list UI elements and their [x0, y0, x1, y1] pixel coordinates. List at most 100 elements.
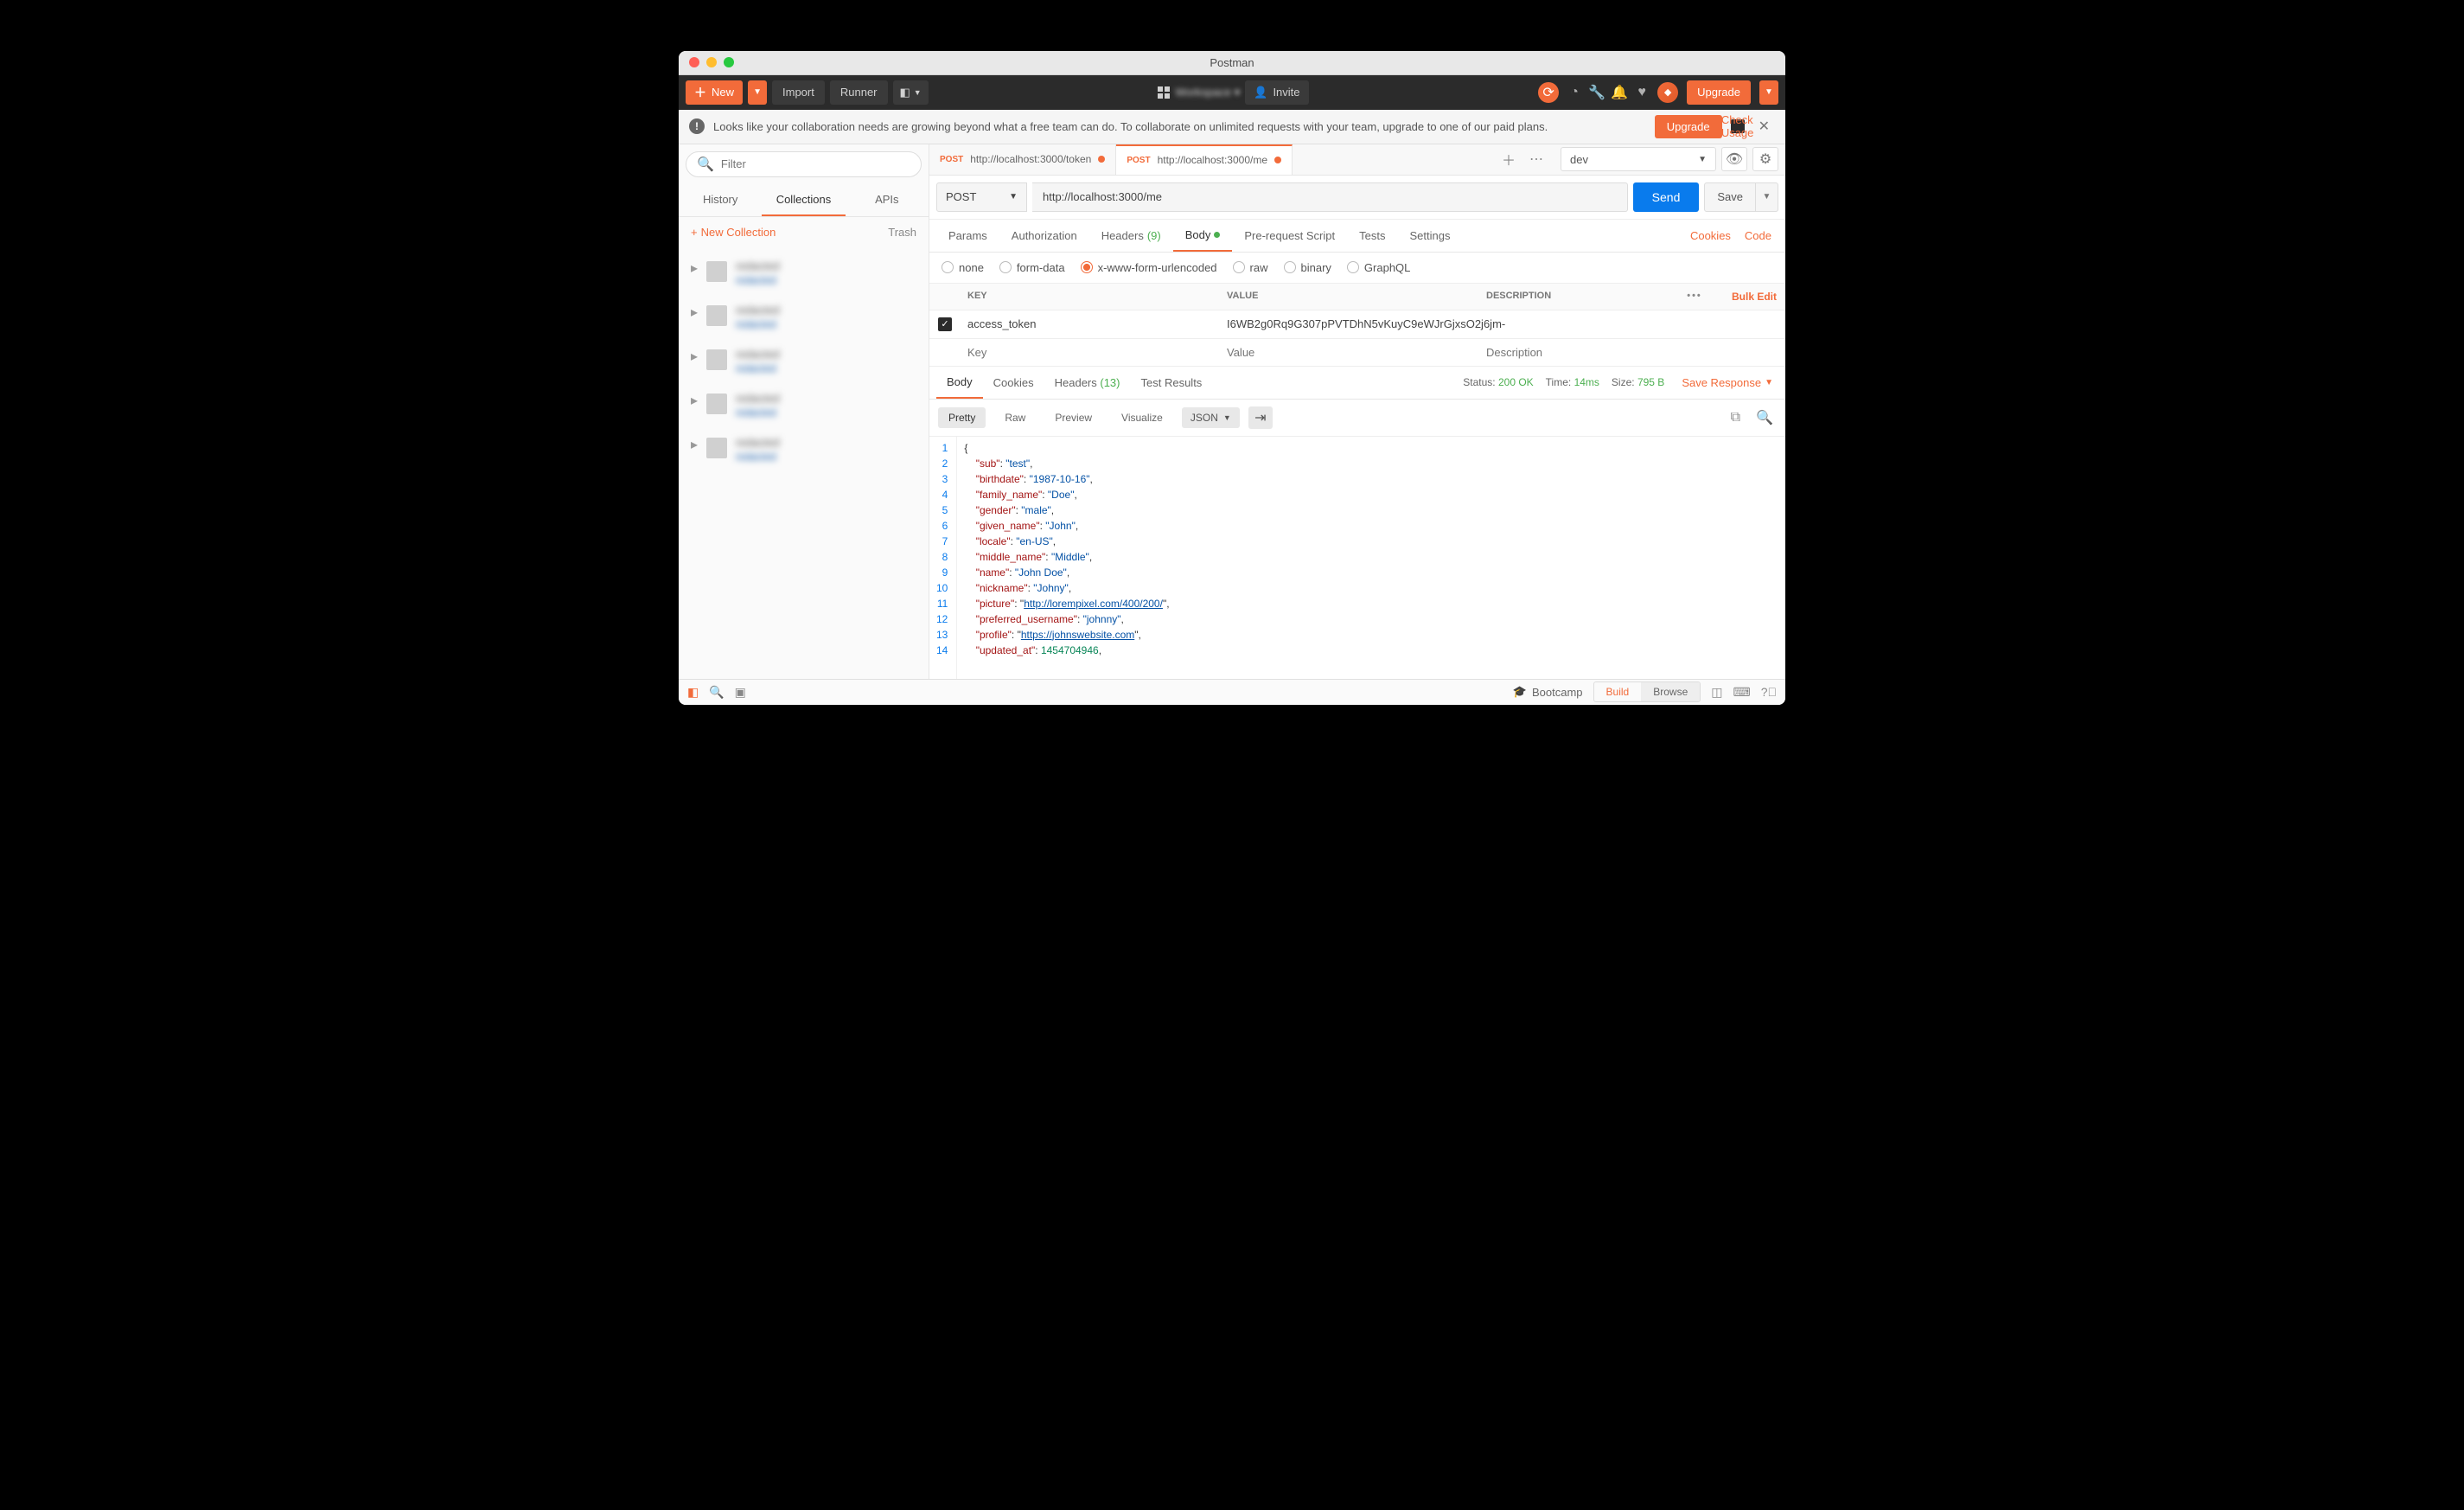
bulk-edit-link[interactable]: Bulk Edit — [1732, 291, 1777, 303]
tab-settings[interactable]: Settings — [1397, 221, 1462, 251]
panes-icon[interactable]: ◫ — [1711, 685, 1722, 700]
collection-item[interactable]: ▸ redactedredacted — [679, 251, 929, 295]
environment-quicklook-button[interactable]: 👁 — [1721, 147, 1747, 171]
body-type-form-data[interactable]: form-data — [999, 261, 1065, 274]
user-avatar[interactable]: ◆ — [1657, 82, 1678, 103]
search-response-icon[interactable]: 🔍 — [1752, 409, 1777, 426]
tab-apis[interactable]: APIs — [846, 184, 929, 216]
minimize-window-icon[interactable] — [706, 57, 717, 67]
view-pretty[interactable]: Pretty — [938, 407, 986, 428]
send-button[interactable]: Send — [1633, 182, 1700, 212]
banner-upgrade-button[interactable]: Upgrade — [1655, 115, 1722, 138]
build-browse-toggle[interactable]: Build Browse — [1593, 681, 1701, 702]
banner-check-usage-link[interactable]: Check Usage — [1731, 119, 1745, 133]
tab-history[interactable]: History — [679, 184, 762, 216]
filter-input[interactable] — [721, 157, 910, 170]
tab-params[interactable]: Params — [936, 221, 999, 251]
new-button[interactable]: ＋ New — [686, 80, 743, 105]
body-type-graphql[interactable]: GraphQL — [1347, 261, 1410, 274]
body-type-raw[interactable]: raw — [1233, 261, 1268, 274]
upgrade-banner: ! Looks like your collaboration needs ar… — [679, 110, 1785, 144]
cookies-link[interactable]: Cookies — [1683, 229, 1738, 242]
kv-value-input[interactable]: I6WB2g0Rq9G307pPVTDhN5vKuyC9eWJrGjxsO2j6… — [1227, 317, 1505, 330]
trash-link[interactable]: Trash — [888, 226, 916, 239]
keyboard-icon[interactable]: ⌨ — [1733, 685, 1750, 700]
collection-item[interactable]: ▸ redactedredacted — [679, 427, 929, 471]
code-link[interactable]: Code — [1738, 229, 1778, 242]
heart-icon[interactable]: ♥ — [1635, 86, 1649, 99]
new-button-label: New — [712, 86, 734, 99]
kv-key-input[interactable]: access_token — [967, 317, 1037, 330]
help-icon[interactable]: ?⃝ — [1761, 685, 1777, 699]
view-visualize[interactable]: Visualize — [1111, 407, 1173, 428]
main-panel: POST http://localhost:3000/token POST ht… — [929, 144, 1785, 679]
response-tab-headers[interactable]: Headers (13) — [1044, 368, 1131, 398]
save-response-button[interactable]: Save Response ▼ — [1676, 376, 1778, 389]
import-button[interactable]: Import — [772, 80, 825, 105]
maximize-window-icon[interactable] — [724, 57, 734, 67]
collection-item[interactable]: ▸ redactedredacted — [679, 339, 929, 383]
sidebar-toggle-icon[interactable]: ◧ — [687, 685, 699, 700]
tab-prerequest[interactable]: Pre-request Script — [1232, 221, 1347, 251]
upgrade-dropdown[interactable]: ▼ — [1759, 80, 1778, 105]
format-select[interactable]: JSON ▼ — [1182, 407, 1240, 428]
body-type-urlencoded[interactable]: x-www-form-urlencoded — [1081, 261, 1217, 274]
capture-icon[interactable]: ◔ — [1567, 86, 1581, 99]
invite-button[interactable]: 👤 Invite — [1245, 80, 1308, 105]
method-select[interactable]: POST ▼ — [936, 182, 1027, 212]
console-icon[interactable]: ▣ — [735, 685, 746, 700]
settings-wrench-icon[interactable]: 🔧 — [1590, 86, 1604, 99]
response-body[interactable]: 1234567891011121314 { "sub": "test", "bi… — [929, 437, 1785, 679]
wrap-lines-button[interactable]: ⇥ — [1248, 406, 1273, 429]
bootcamp-button[interactable]: 🎓 Bootcamp — [1513, 685, 1583, 699]
save-button[interactable]: Save — [1704, 182, 1756, 212]
tab-authorization[interactable]: Authorization — [999, 221, 1089, 251]
new-button-dropdown[interactable]: ▼ — [748, 80, 767, 105]
environment-select[interactable]: dev ▼ — [1561, 147, 1716, 171]
view-raw[interactable]: Raw — [994, 407, 1036, 428]
collection-icon — [706, 393, 727, 414]
banner-close-icon[interactable]: ✕ — [1753, 118, 1775, 135]
chevron-down-icon: ▼ — [1009, 192, 1018, 202]
find-icon[interactable]: 🔍 — [709, 685, 724, 700]
sync-icon[interactable]: ⟳ — [1538, 82, 1559, 103]
notifications-bell-icon[interactable]: 🔔 — [1612, 86, 1626, 99]
collection-item[interactable]: ▸ redactedredacted — [679, 295, 929, 339]
view-preview[interactable]: Preview — [1044, 407, 1102, 428]
tab-body[interactable]: Body — [1173, 220, 1233, 252]
window-controls — [679, 57, 734, 67]
close-window-icon[interactable] — [689, 57, 699, 67]
request-tab[interactable]: POST http://localhost:3000/token — [929, 144, 1116, 175]
kv-options-button[interactable]: ••• — [1687, 291, 1702, 301]
body-type-none[interactable]: none — [942, 261, 984, 274]
response-tab-cookies[interactable]: Cookies — [983, 368, 1044, 398]
workspace-name[interactable]: Workspace ▾ — [1175, 86, 1240, 99]
request-tab[interactable]: POST http://localhost:3000/me — [1116, 144, 1293, 175]
body-indicator-icon — [1214, 232, 1220, 238]
tab-tests[interactable]: Tests — [1347, 221, 1397, 251]
build-tab[interactable]: Build — [1594, 682, 1642, 701]
upgrade-button[interactable]: Upgrade — [1687, 80, 1751, 105]
tab-options-button[interactable]: ⋯ — [1524, 150, 1548, 168]
collection-icon — [706, 305, 727, 326]
response-tab-tests[interactable]: Test Results — [1131, 368, 1213, 398]
open-new-dropdown[interactable]: ◧▼ — [893, 80, 929, 105]
kv-desc-placeholder[interactable] — [1486, 346, 1664, 359]
runner-button[interactable]: Runner — [830, 80, 888, 105]
url-input[interactable]: http://localhost:3000/me — [1032, 182, 1628, 212]
environment-settings-button[interactable]: ⚙ — [1752, 147, 1778, 171]
new-collection-button[interactable]: + New Collection — [691, 226, 776, 239]
kv-value-placeholder[interactable] — [1227, 346, 1469, 359]
tab-collections[interactable]: Collections — [762, 184, 845, 216]
sidebar-filter[interactable]: 🔍 — [686, 151, 922, 177]
new-tab-button[interactable]: ＋ — [1497, 149, 1521, 170]
response-tab-body[interactable]: Body — [936, 367, 983, 399]
browse-tab[interactable]: Browse — [1641, 682, 1700, 701]
tab-headers[interactable]: Headers (9) — [1089, 221, 1173, 251]
collection-item[interactable]: ▸ redactedredacted — [679, 383, 929, 427]
body-type-binary[interactable]: binary — [1284, 261, 1331, 274]
save-dropdown[interactable]: ▼ — [1756, 182, 1778, 212]
copy-response-icon[interactable]: ⧉ — [1727, 410, 1744, 425]
kv-key-placeholder[interactable] — [967, 346, 1210, 359]
kv-row-checkbox[interactable]: ✓ — [938, 317, 952, 331]
